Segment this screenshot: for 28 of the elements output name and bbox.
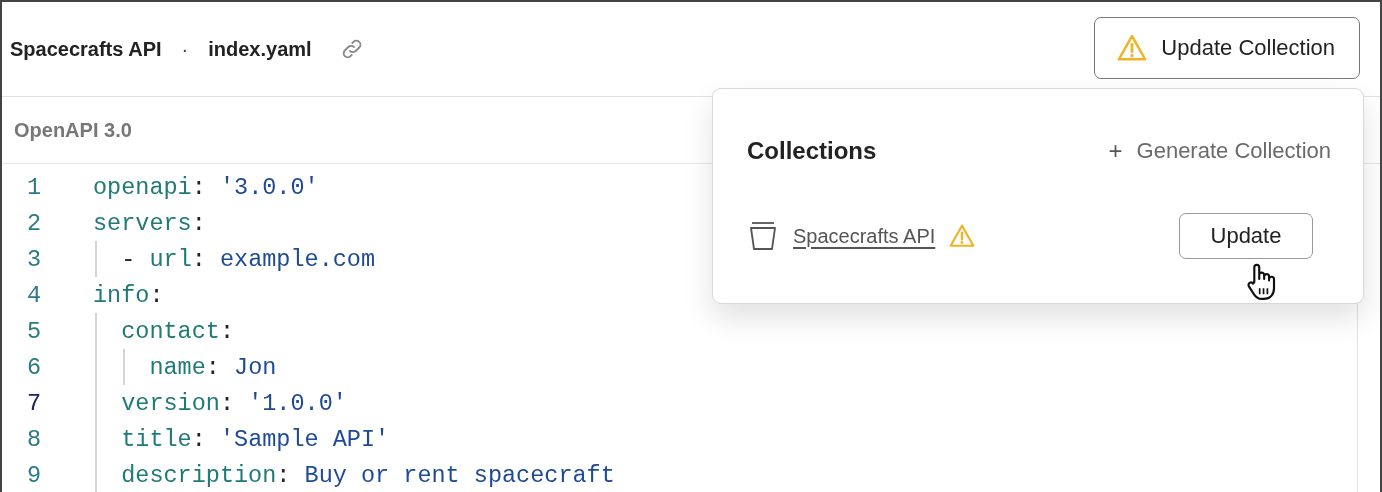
line-number: 4 [25,281,43,309]
code-line: openapi: '3.0.0' [93,173,319,201]
line-number: 7 [25,389,43,417]
update-collection-button[interactable]: Update Collection [1094,16,1360,79]
line-number: 6 [25,353,43,381]
line-number: 1 [25,173,43,201]
code-line: description: Buy or rent spacecraft [121,461,615,489]
bucket-icon [747,221,779,251]
warning-icon [1117,32,1148,63]
code-line: title: 'Sample API' [121,425,390,453]
line-number: 8 [25,425,43,453]
popover-title: Collections [747,137,877,165]
code-line: contact: [121,317,235,345]
line-number: 5 [25,317,43,345]
collection-link[interactable]: Spacecrafts API [793,224,936,248]
line-number: 2 [25,209,43,237]
breadcrumb-item[interactable]: Spacecrafts API [10,37,162,61]
generate-collection-button[interactable]: + Generate Collection [1108,137,1331,165]
breadcrumb-item[interactable]: index.yaml [208,37,312,61]
update-button[interactable]: Update [1179,213,1313,259]
code-line: info: [93,281,164,309]
line-number: 9 [25,461,43,489]
separator-dot: · [181,37,189,61]
code-line: version: '1.0.0' [121,389,347,417]
line-number: 3 [25,245,43,273]
code-line: - url: example.com [121,245,376,273]
code-line: name: Jon [149,353,277,381]
code-line: servers: [93,209,206,237]
